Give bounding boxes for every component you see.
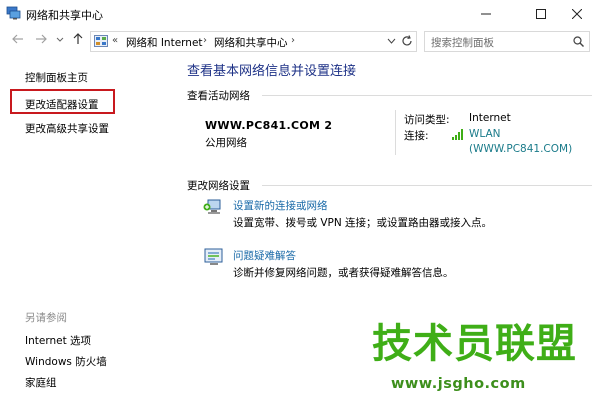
breadcrumb-network-center[interactable]: 网络和共享中心: [214, 35, 288, 50]
close-icon: [572, 9, 582, 19]
see-also-label: 另请参阅: [25, 312, 67, 324]
search-input[interactable]: 搜索控制面板: [424, 31, 590, 52]
page-title: 查看基本网络信息并设置连接: [187, 64, 357, 79]
setup-connection-description: 设置宽带、拨号或 VPN 连接；或设置路由器或接入点。: [233, 217, 493, 229]
arrow-right-icon: [36, 34, 47, 44]
divider: [262, 95, 592, 96]
troubleshoot-icon: [204, 248, 223, 265]
dropdown-chevron-icon[interactable]: [387, 38, 396, 45]
breadcrumb-overflow[interactable]: «: [112, 35, 118, 46]
breadcrumb-separator-icon: ›: [291, 35, 295, 46]
new-connection-icon: [203, 199, 221, 214]
window-title: 网络和共享中心: [26, 9, 103, 22]
see-also-homegroup[interactable]: 家庭组: [25, 375, 57, 390]
back-button[interactable]: [12, 33, 24, 49]
change-settings-title: 更改网络设置: [187, 180, 250, 192]
access-type-value: Internet: [469, 112, 511, 124]
connection-detail-link[interactable]: (WWW.PC841.COM): [469, 143, 572, 155]
see-also-internet-options[interactable]: Internet 选项: [25, 333, 91, 348]
title-bar: 网络和共享中心: [0, 0, 600, 28]
watermark-text: 技术员联盟: [372, 321, 577, 367]
access-type-label: 访问类型:: [404, 114, 450, 126]
network-name: WWW.PC841.COM 2: [205, 119, 333, 132]
search-icon[interactable]: [573, 36, 584, 47]
maximize-icon: [536, 9, 546, 19]
divider: [395, 110, 396, 155]
arrow-up-icon: [73, 33, 83, 44]
breadcrumb-network-internet[interactable]: 网络和 Internet: [126, 35, 203, 50]
sidebar-item-advanced-sharing[interactable]: 更改高级共享设置: [25, 121, 109, 136]
close-button[interactable]: [554, 0, 600, 28]
network-center-icon: [6, 6, 21, 20]
address-bar: « 网络和 Internet › 网络和共享中心 › 搜索控制面板: [0, 28, 600, 54]
see-also-windows-firewall[interactable]: Windows 防火墙: [25, 354, 107, 369]
forward-button[interactable]: [35, 33, 47, 49]
connection-link[interactable]: WLAN: [469, 128, 501, 140]
connection-label: 连接:: [404, 130, 429, 142]
minimize-icon: [481, 13, 491, 15]
recent-locations-button[interactable]: [56, 34, 64, 48]
arrow-left-icon: [12, 34, 23, 44]
network-type[interactable]: 公用网络: [205, 135, 247, 150]
wifi-signal-icon: [452, 129, 463, 140]
sidebar-item-control-panel-home[interactable]: 控制面板主页: [25, 70, 88, 85]
active-networks-title: 查看活动网络: [187, 90, 250, 102]
up-button[interactable]: [72, 33, 84, 49]
chevron-down-icon: [56, 37, 64, 42]
divider: [262, 185, 592, 186]
address-field[interactable]: « 网络和 Internet › 网络和共享中心 ›: [90, 31, 417, 52]
search-placeholder: 搜索控制面板: [431, 37, 494, 49]
troubleshoot-description: 诊断并修复网络问题，或者获得疑难解答信息。: [233, 267, 454, 279]
minimize-button[interactable]: [463, 0, 509, 28]
troubleshoot-link[interactable]: 问题疑难解答: [233, 248, 296, 263]
setup-connection-link[interactable]: 设置新的连接或网络: [233, 198, 328, 213]
breadcrumb-separator-icon: ›: [203, 35, 207, 46]
sidebar-item-change-adapter-settings[interactable]: 更改适配器设置: [25, 97, 99, 112]
refresh-icon[interactable]: [401, 35, 413, 47]
control-panel-icon: [94, 35, 108, 47]
watermark-url: www.jsgho.com: [391, 376, 526, 392]
